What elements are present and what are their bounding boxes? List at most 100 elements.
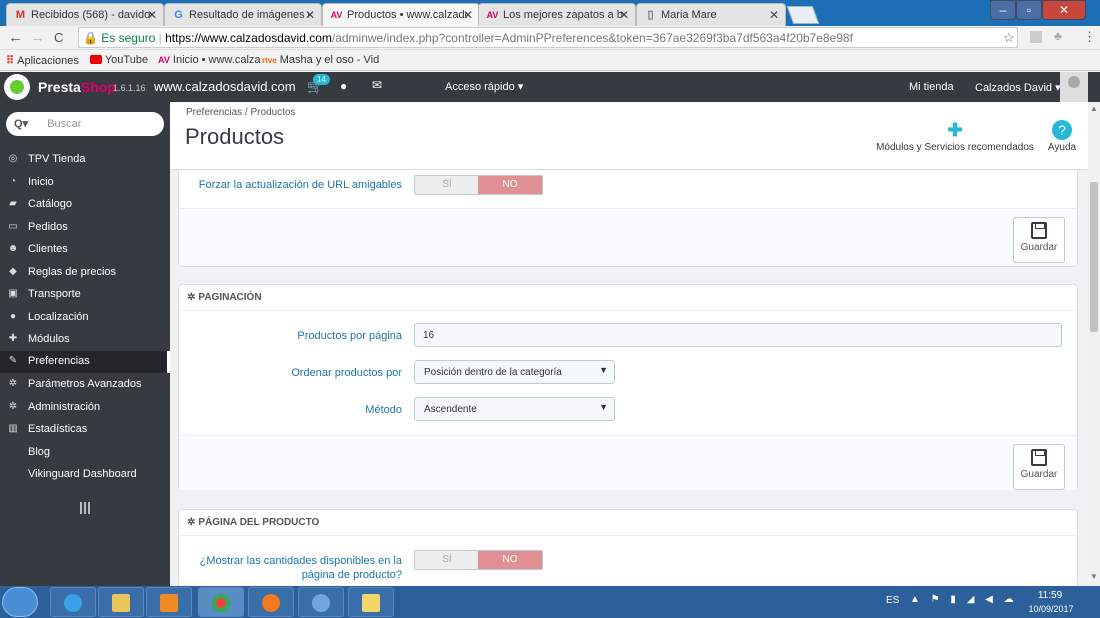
extension-icon[interactable] (1030, 31, 1042, 43)
sidebar-item[interactable]: ▣ Transporte (0, 284, 170, 306)
taskbar-chrome[interactable] (198, 587, 244, 617)
version-label: 1.6.1.16 (113, 83, 146, 93)
forward-icon[interactable]: → (30, 29, 45, 46)
users-icon: ☻ (7, 243, 19, 254)
my-store-link[interactable]: Mi tienda (909, 81, 954, 93)
url-input[interactable]: 🔒 Es seguro | https://www.calzadosdavid.… (78, 27, 1018, 48)
prestashop-logo-icon[interactable] (4, 74, 30, 100)
avatar[interactable] (1060, 72, 1088, 102)
sidebar-item[interactable]: ✲ Parámetros Avanzados (0, 374, 170, 396)
reload-icon[interactable]: C (54, 30, 63, 45)
language-indicator[interactable]: ES (886, 595, 899, 606)
method-select[interactable]: Ascendente ▼ (414, 397, 615, 421)
scroll-down-icon[interactable]: ▼ (1090, 572, 1098, 581)
app-icon (312, 594, 330, 612)
bookmark-masha[interactable]: rtve Masha y el oso - Vid (262, 54, 379, 66)
extension-icon[interactable]: ♣ (1054, 29, 1062, 43)
bookmark-apps[interactable]: ⠿ Aplicaciones (6, 54, 79, 67)
clock-time[interactable]: 11:59 (1030, 590, 1070, 601)
shop-url-link[interactable]: www.calzadosdavid.com (154, 79, 296, 94)
panel-pagination: ✲ PAGINACIÓN Productos por página 16 Orde… (178, 284, 1078, 490)
sidebar: Q▾ Buscar ◎ TPV Tienda ◔ Inicio ▰ Catálogo ▭ Pe… (0, 102, 170, 586)
maximize-button[interactable]: ▫ (1016, 0, 1042, 20)
gears-icon: ✲ (187, 517, 196, 528)
tab-close-icon[interactable]: ✕ (619, 8, 629, 22)
user-icon[interactable]: ● (340, 79, 347, 93)
sidebar-item-label: Módulos (28, 333, 70, 345)
sidebar-item[interactable]: ◆ Reglas de precios (0, 262, 170, 284)
sidebar-search-input[interactable]: Q▾ Buscar (6, 112, 164, 136)
sidebar-item[interactable]: ▥ Estadísticas (0, 419, 170, 441)
sidebar-item[interactable]: ◔ Inicio (0, 172, 170, 194)
recommended-modules-button[interactable]: ✚ Módulos y Servicios recomendados (875, 120, 1035, 166)
tab-zapatos[interactable]: AV Los mejores zapatos a bu ✕ (478, 3, 636, 26)
taskbar-media[interactable] (146, 587, 192, 617)
switch-yes[interactable]: SÍ (415, 176, 479, 194)
close-window-button[interactable]: ✕ (1042, 0, 1086, 20)
target-icon: ◎ (8, 153, 18, 164)
clock-date[interactable]: 10/09/2017 (1026, 604, 1076, 614)
field-label: ¿Mostrar las cantidades disponibles en l… (179, 554, 402, 582)
browser-tab-strip: M Recibidos (568) - davido ✕ G Resultado… (0, 0, 1100, 26)
sidebar-item[interactable]: Blog (0, 442, 170, 464)
scroll-up-icon[interactable]: ▲ (1090, 104, 1098, 113)
bookmark-youtube[interactable]: YouTube (90, 54, 148, 66)
menu-icon[interactable]: ⋮ (1083, 29, 1096, 45)
taskbar-app[interactable] (298, 587, 344, 617)
tab-close-icon[interactable]: ✕ (305, 8, 315, 22)
select-value: Ascendente (424, 404, 477, 415)
sidebar-item[interactable]: ● Localización (0, 307, 170, 329)
scroll-thumb[interactable] (1090, 182, 1098, 332)
minimize-button[interactable]: – (990, 0, 1016, 20)
tab-google-images[interactable]: G Resultado de imágenes d ✕ (164, 3, 322, 26)
tab-maria-mare[interactable]: ▯ Maria Mare ✕ (636, 3, 786, 26)
save-button[interactable]: Guardar (1013, 217, 1065, 263)
sidebar-item[interactable]: ▰ Catálogo (0, 194, 170, 216)
switch-no[interactable]: NO (478, 551, 542, 569)
save-button[interactable]: Guardar (1013, 444, 1065, 490)
bookmark-inicio[interactable]: AV Inicio • www.calzados (158, 54, 261, 66)
sidebar-item[interactable]: ✲ Administración (0, 397, 170, 419)
sidebar-item[interactable]: ✎ Preferencias (0, 351, 170, 373)
quick-access-menu[interactable]: Acceso rápido ▾ (445, 80, 523, 93)
taskbar-firefox[interactable] (248, 587, 294, 617)
back-icon[interactable]: ← (8, 29, 23, 46)
order-by-select[interactable]: Posición dentro de la categoría ▼ (414, 360, 615, 384)
tab-label: Productos • www.calzado (347, 9, 467, 21)
page-scrollbar[interactable]: ▲ ▼ (1088, 102, 1100, 586)
show-quantities-switch[interactable]: SÍ NO (414, 550, 543, 570)
taskbar-file[interactable] (348, 587, 394, 617)
employee-menu[interactable]: Calzados David ▾ (975, 81, 1061, 94)
help-icon: ? (1052, 120, 1072, 140)
tab-productos[interactable]: AV Productos • www.calzado ✕ (322, 3, 480, 26)
firefox-icon (262, 594, 280, 612)
sidebar-item[interactable]: ✚ Módulos (0, 329, 170, 351)
field-label: Ordenar productos por (291, 367, 402, 379)
sidebar-item[interactable]: Vikinguard Dashboard (0, 464, 170, 486)
products-per-page-input[interactable]: 16 (414, 323, 1062, 347)
search-icon[interactable]: Q▾ (14, 118, 28, 130)
tab-close-icon[interactable]: ✕ (463, 8, 473, 22)
switch-no[interactable]: NO (478, 176, 542, 194)
taskbar-ie[interactable] (50, 587, 96, 617)
tab-close-icon[interactable]: ✕ (769, 8, 779, 22)
tab-gmail[interactable]: M Recibidos (568) - davido ✕ (6, 3, 164, 26)
sidebar-toggle-icon[interactable] (80, 502, 90, 514)
start-button[interactable] (2, 587, 38, 617)
new-tab-button[interactable] (786, 6, 820, 24)
envelope-icon[interactable]: ✉ (372, 78, 382, 92)
breadcrumb[interactable]: Preferencias / Productos (186, 107, 296, 118)
switch-yes[interactable]: SÍ (415, 551, 479, 569)
sidebar-item[interactable]: ▭ Pedidos (0, 217, 170, 239)
star-icon[interactable]: ☆ (1003, 30, 1015, 46)
sidebar-item[interactable]: ☻ Clientes (0, 239, 170, 261)
url-host: https://www.calzadosdavid.com (165, 31, 332, 45)
sidebar-item[interactable]: ◎ TPV Tienda (0, 149, 170, 171)
tray-icons[interactable]: ▲ ⚑ ▮ ◢ ◀ ☁ (910, 594, 1018, 605)
friendly-url-switch[interactable]: SÍ NO (414, 175, 543, 195)
tab-close-icon[interactable]: ✕ (147, 8, 157, 22)
taskbar-explorer[interactable] (98, 587, 144, 617)
brand-name[interactable]: PrestaShop (38, 79, 116, 95)
help-button[interactable]: ? Ayuda (1045, 120, 1079, 166)
puzzle-icon: ✚ (947, 120, 963, 140)
